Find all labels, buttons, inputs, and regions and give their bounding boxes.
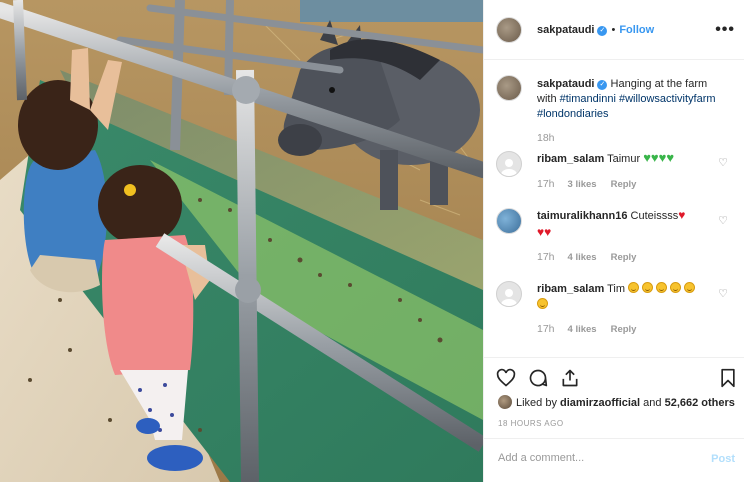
comment-likes[interactable]: 4 likes: [568, 252, 597, 263]
comment-meta: 17h 4 likes Reply: [537, 323, 636, 335]
instagram-post: sakpataudi ✓ • Follow ••• sakpataudi ✓ Hangi…: [0, 0, 744, 482]
comment-meta: 17h 4 likes Reply: [537, 251, 636, 263]
more-options-icon[interactable]: •••: [715, 21, 735, 39]
comment-text: Taimur: [607, 153, 644, 165]
follow-button[interactable]: Follow: [619, 24, 654, 36]
reply-button[interactable]: Reply: [611, 179, 637, 190]
farm-photo-illustration: [0, 0, 483, 482]
commenter-avatar[interactable]: [496, 281, 522, 307]
comment-username[interactable]: ribam_salam: [537, 283, 604, 295]
post-timestamp[interactable]: 18 HOURS AGO: [498, 419, 564, 428]
likes-count[interactable]: 52,662 others: [665, 397, 735, 409]
caption-username[interactable]: sakpataudi: [537, 78, 594, 90]
comment-likes[interactable]: 4 likes: [568, 324, 597, 335]
grinning-face-icon: [656, 282, 668, 293]
verified-badge-icon: ✓: [597, 26, 608, 36]
reply-button[interactable]: Reply: [611, 252, 637, 263]
comment-time[interactable]: 17h: [537, 323, 555, 335]
green-heart-icon: ♥: [666, 150, 675, 165]
author-avatar[interactable]: [496, 17, 522, 43]
comment-username[interactable]: ribam_salam: [537, 153, 604, 165]
comment-time[interactable]: 17h: [537, 178, 555, 190]
red-heart-icon: ♥: [678, 208, 686, 222]
hashtag-willowsactivityfarm[interactable]: #willowsactivityfarm: [619, 93, 716, 105]
comment-meta: 17h 3 likes Reply: [537, 178, 636, 190]
share-icon[interactable]: [560, 368, 580, 388]
post-header: sakpataudi ✓ • Follow •••: [484, 0, 744, 60]
verified-badge-icon: ✓: [597, 80, 608, 90]
green-heart-icon: ♥: [650, 150, 659, 165]
comment: taimuralikhann16 Cuteissss♥ ♥♥: [537, 207, 717, 241]
author-username[interactable]: sakpataudi: [537, 24, 594, 36]
green-heart-icon: ♥: [643, 150, 651, 165]
grinning-face-icon: [670, 282, 682, 293]
likes-prefix: Liked by: [516, 397, 561, 409]
liker-avatar[interactable]: [498, 395, 512, 409]
comment: ribam_salam Taimur ♥♥♥♥: [537, 150, 717, 167]
like-heart-icon[interactable]: [496, 368, 516, 388]
reply-button[interactable]: Reply: [611, 324, 637, 335]
comment-likes[interactable]: 3 likes: [568, 179, 597, 190]
grinning-face-icon: [628, 282, 640, 293]
comment-text: Tim: [607, 283, 626, 295]
grinning-face-icon: [642, 282, 654, 293]
liker-username[interactable]: diamirzaofficial: [560, 397, 640, 409]
comment: ribam_salam Tim: [537, 281, 717, 313]
comment-time[interactable]: 17h: [537, 251, 555, 263]
add-comment-bar: Post: [484, 438, 744, 482]
comment-input[interactable]: [496, 451, 680, 465]
grinning-face-icon: [537, 298, 548, 309]
caption: sakpataudi ✓ Hanging at the farm with #ti…: [537, 77, 727, 122]
bookmark-icon[interactable]: [718, 368, 738, 388]
commenter-avatar[interactable]: [496, 151, 522, 177]
comment-username[interactable]: taimuralikhann16: [537, 210, 627, 222]
likes-mid: and: [640, 397, 665, 409]
comment-like-heart-icon[interactable]: ♡: [718, 214, 728, 227]
comment-icon[interactable]: [528, 368, 548, 388]
comment-like-heart-icon[interactable]: ♡: [718, 156, 728, 169]
caption-author-avatar[interactable]: [496, 75, 522, 101]
likes-summary: Liked by diamirzaofficial and 52,662 oth…: [498, 395, 738, 410]
comment-like-heart-icon[interactable]: ♡: [718, 287, 728, 300]
author-line: sakpataudi ✓ • Follow: [537, 24, 654, 36]
action-bar: [484, 357, 744, 388]
grinning-face-icon: [684, 282, 696, 293]
red-heart-icon: ♥: [544, 225, 552, 239]
post-photo[interactable]: [0, 0, 483, 482]
comment-text: Cuteissss: [630, 210, 679, 222]
hashtag-timandinni[interactable]: #timandinni: [560, 93, 616, 105]
separator-dot: •: [611, 24, 616, 36]
hashtag-londondiaries[interactable]: #londondiaries: [537, 108, 609, 120]
caption-time[interactable]: 18h: [537, 132, 555, 144]
post-side-panel: sakpataudi ✓ • Follow ••• sakpataudi ✓ Hangi…: [483, 0, 744, 482]
commenter-avatar[interactable]: [496, 208, 522, 234]
post-comment-button[interactable]: Post: [711, 453, 735, 465]
